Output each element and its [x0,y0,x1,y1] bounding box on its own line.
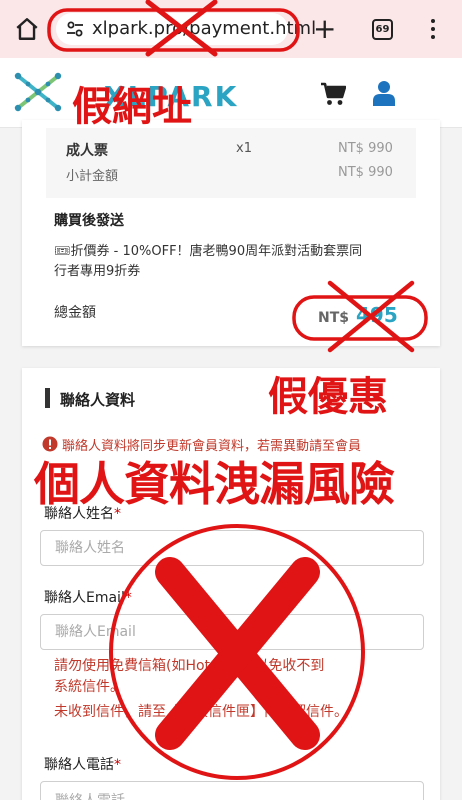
phone-input[interactable] [41,782,423,800]
fake-discount-label: 假優惠 [268,374,388,420]
browser-toolbar: xlpark.pro/payment.html + 69 [0,0,462,58]
total-label: 總金額 [54,305,96,321]
ticket-name: 成人票 [66,143,108,159]
bonus-title: 購買後發送 [54,213,124,229]
name-field[interactable] [40,530,424,566]
ticket-summary-box [46,128,416,198]
fake-url-label: 假網址 [72,84,192,130]
site-settings-icon[interactable] [66,20,84,38]
site-header: XLPARK [0,58,462,128]
ticket-price: NT$ 990 [338,141,393,156]
more-menu-icon[interactable] [426,16,440,42]
site-logo[interactable] [12,70,64,114]
data-leak-warning-label: 個人資料洩漏風險 [34,457,395,511]
contact-info-card [22,368,440,800]
email-input[interactable] [41,615,423,649]
subtotal-value: NT$ 990 [338,165,393,180]
email-note-line-2: 系統信件。 [54,679,124,695]
user-icon[interactable] [372,80,396,106]
phone-field[interactable] [40,781,424,800]
bonus-coupon-line-2: 行者專用9折券 [54,264,141,279]
total-value: 495 [356,303,398,327]
cart-icon[interactable] [320,82,346,106]
home-icon[interactable] [14,16,40,42]
bonus-coupon-line-1: 🎟折價券 - 10%OFF！唐老鴨90周年派對活動套票同 [54,244,363,259]
tab-switcher-button[interactable]: 69 [372,19,393,40]
url-text[interactable]: xlpark.pro/payment.html [92,18,316,39]
total-currency: NT$ [318,310,350,326]
email-field[interactable] [40,614,424,650]
subtotal-label: 小計金額 [66,169,119,184]
email-note-line-1: 請勿使用免費信箱(如Hotmail), 以免收不到 [54,658,325,674]
section-title-marker [45,388,50,408]
phone-label: 聯絡人電話* [44,757,121,773]
ticket-quantity: x1 [236,141,252,156]
new-tab-icon[interactable]: + [313,15,336,43]
email-label: 聯絡人Email* [44,590,132,606]
name-input[interactable] [41,531,423,565]
email-note-line-3: 未收到信件，請至【垃圾信件匣】內確認信件。 [54,704,348,720]
contact-section-title: 聯絡人資料 [60,391,136,409]
